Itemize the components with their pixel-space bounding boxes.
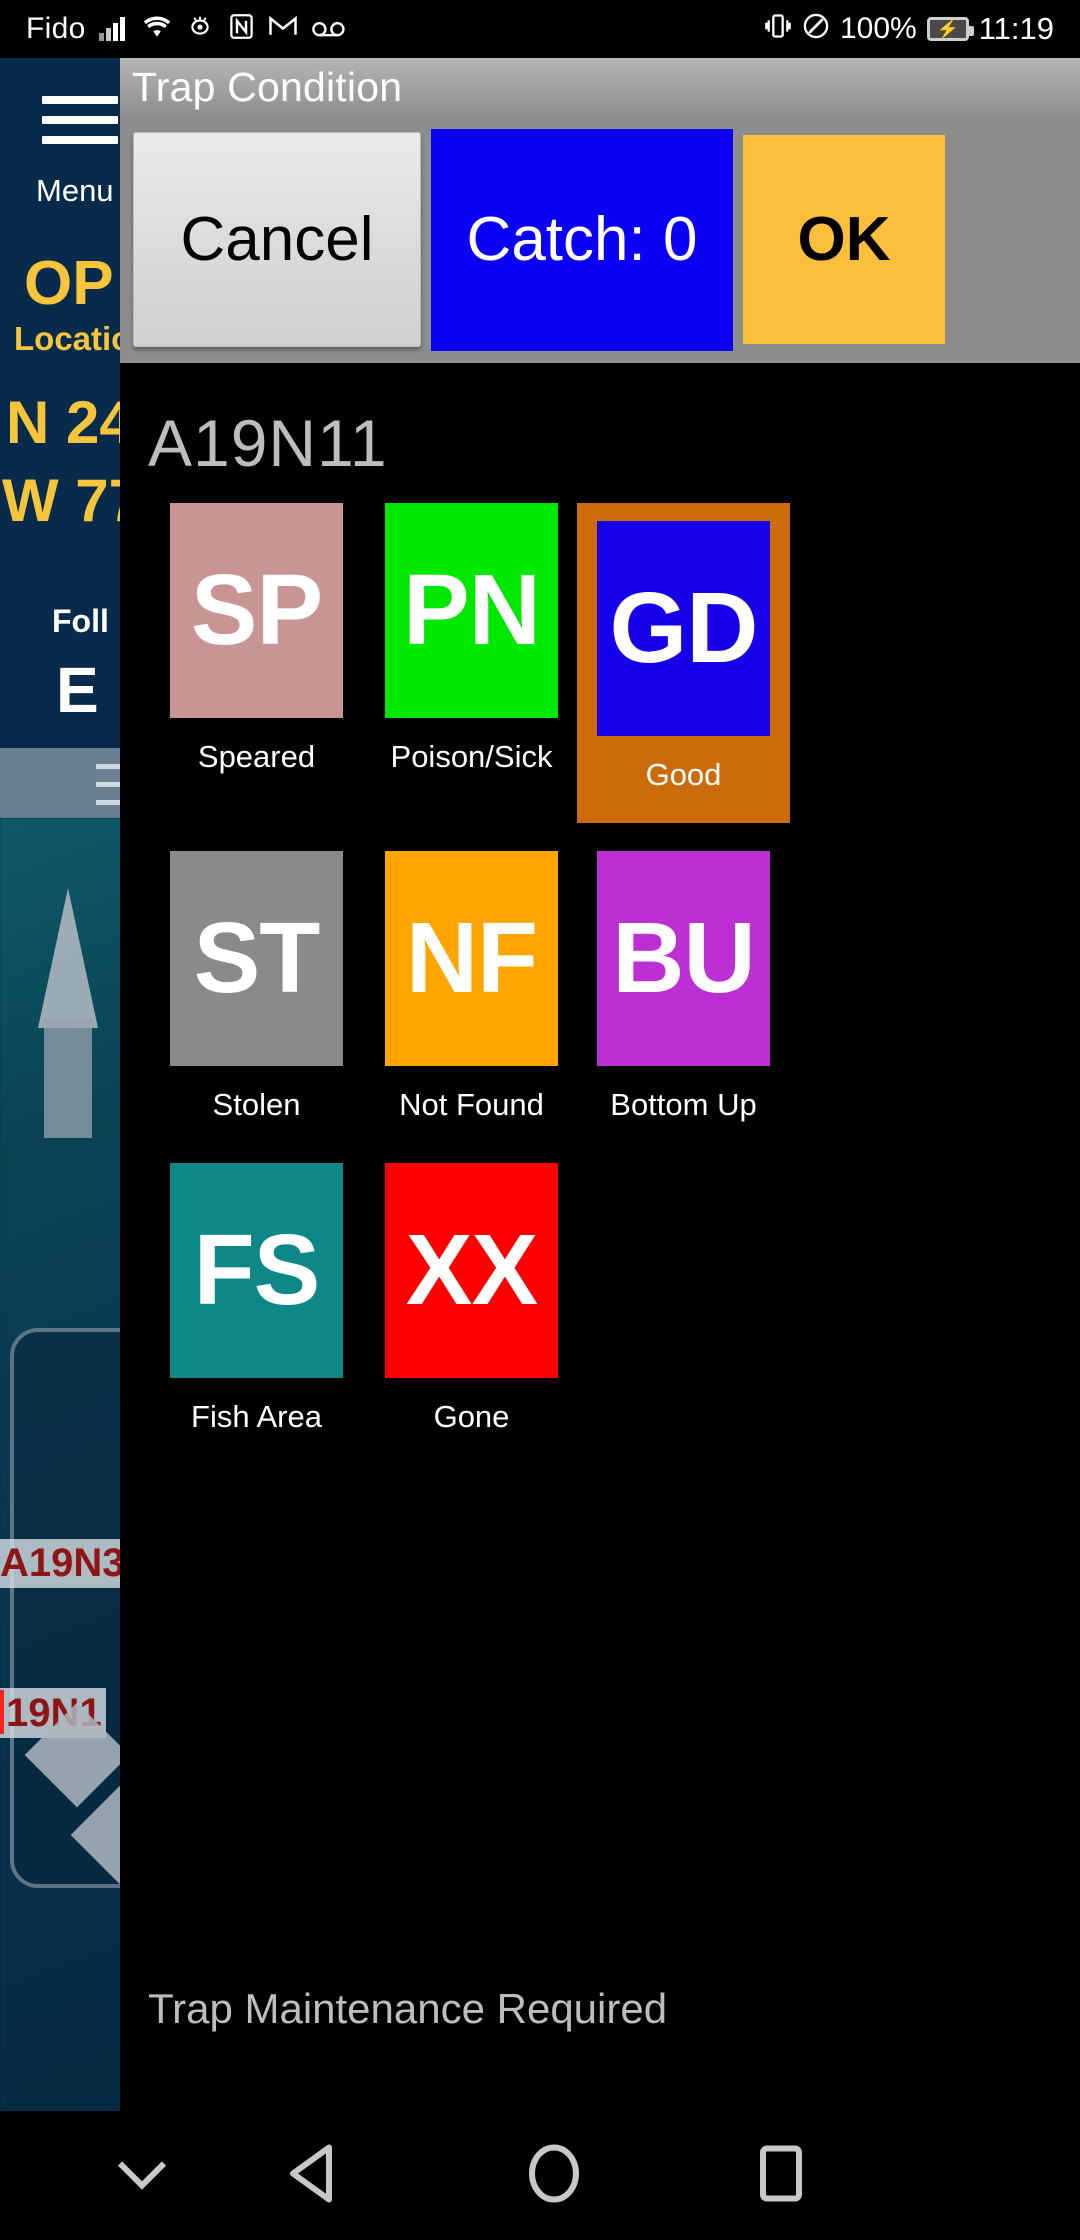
condition-tile-xx[interactable]: XX	[385, 1163, 558, 1378]
trap-id-label: A19N11	[148, 406, 388, 480]
follow-label: Foll	[52, 603, 109, 639]
condition-tile-pn[interactable]: PN	[385, 503, 558, 718]
condition-label-fs: Fish Area	[191, 1399, 322, 1434]
status-bar-right: 100% ⚡ 11:19	[764, 11, 1054, 47]
dialog-action-bar: Cancel Catch: 0 OK	[120, 116, 1080, 363]
hamburger-menu-icon[interactable]	[42, 96, 118, 148]
map-tag-label: A19N3	[0, 1539, 129, 1588]
menu-label: Menu	[36, 173, 114, 208]
condition-label-gd: Good	[645, 757, 722, 792]
voicemail-icon	[311, 15, 347, 44]
condition-label-pn: Poison/Sick	[390, 739, 553, 774]
clock-label: 11:19	[978, 11, 1054, 46]
condition-tile-nf[interactable]: NF	[385, 851, 558, 1066]
wifi-icon	[142, 13, 172, 45]
condition-label-bu: Bottom Up	[610, 1087, 757, 1122]
do-not-disturb-icon	[802, 12, 830, 46]
trap-maintenance-note: Trap Maintenance Required	[148, 1985, 668, 2032]
condition-option-gd[interactable]: GD Good	[577, 503, 790, 823]
condition-tile-sp[interactable]: SP	[170, 503, 343, 718]
condition-option-sp[interactable]: SP Speared	[150, 503, 363, 823]
condition-tile-st[interactable]: ST	[170, 851, 343, 1066]
condition-label-xx: Gone	[433, 1399, 510, 1434]
condition-label-nf: Not Found	[399, 1087, 544, 1122]
condition-tile-fs[interactable]: FS	[170, 1163, 343, 1378]
condition-option-xx[interactable]: XX Gone	[365, 1135, 578, 1447]
eye-icon	[185, 13, 215, 45]
latitude-value: N 24	[6, 389, 133, 456]
status-bar-left: Fido	[26, 12, 347, 46]
catch-button[interactable]: Catch: 0	[431, 128, 733, 351]
condition-option-empty	[577, 1135, 790, 1447]
condition-option-nf[interactable]: NF Not Found	[365, 823, 578, 1135]
dialog-title-bar: Trap Condition	[120, 58, 1080, 116]
recents-icon[interactable]	[755, 2142, 807, 2209]
home-icon[interactable]	[525, 2142, 583, 2209]
condition-option-bu[interactable]: BU Bottom Up	[577, 823, 790, 1135]
signal-bars-icon	[98, 17, 129, 41]
boat-marker-body	[44, 1018, 92, 1138]
follow-value: E	[56, 654, 99, 726]
hide-keyboard-icon[interactable]	[112, 2151, 172, 2200]
dialog-body: A19N11 SP Speared PN Poison/Sick GD Good	[120, 363, 1080, 2111]
dialog-title: Trap Condition	[132, 63, 403, 110]
cancel-button[interactable]: Cancel	[133, 132, 421, 347]
condition-label-sp: Speared	[197, 739, 316, 774]
vibrate-icon	[764, 12, 792, 46]
condition-tile-gd[interactable]: GD	[597, 521, 770, 736]
condition-option-st[interactable]: ST Stolen	[150, 823, 363, 1135]
condition-label-st: Stolen	[212, 1087, 301, 1122]
trap-condition-grid: SP Speared PN Poison/Sick GD Good ST Sto…	[120, 481, 1080, 1447]
trap-condition-dialog: Trap Condition Cancel Catch: 0 OK A19N11…	[120, 58, 1080, 2111]
status-bar: Fido 100% ⚡ 11:19	[0, 0, 1080, 58]
back-icon[interactable]	[285, 2143, 341, 2208]
gmail-icon	[268, 14, 298, 44]
operation-text: OP	[24, 249, 114, 318]
carrier-label: Fido	[26, 12, 86, 45]
system-nav-bar	[0, 2111, 1080, 2240]
condition-option-pn[interactable]: PN Poison/Sick	[365, 503, 578, 823]
nfc-icon	[228, 13, 255, 46]
battery-percent-label: 100%	[839, 12, 917, 45]
condition-tile-bu[interactable]: BU	[597, 851, 770, 1066]
ok-button[interactable]: OK	[743, 135, 945, 344]
battery-charging-icon: ⚡	[926, 17, 974, 41]
boat-marker-icon	[38, 888, 98, 1028]
condition-option-fs[interactable]: FS Fish Area	[150, 1135, 363, 1447]
